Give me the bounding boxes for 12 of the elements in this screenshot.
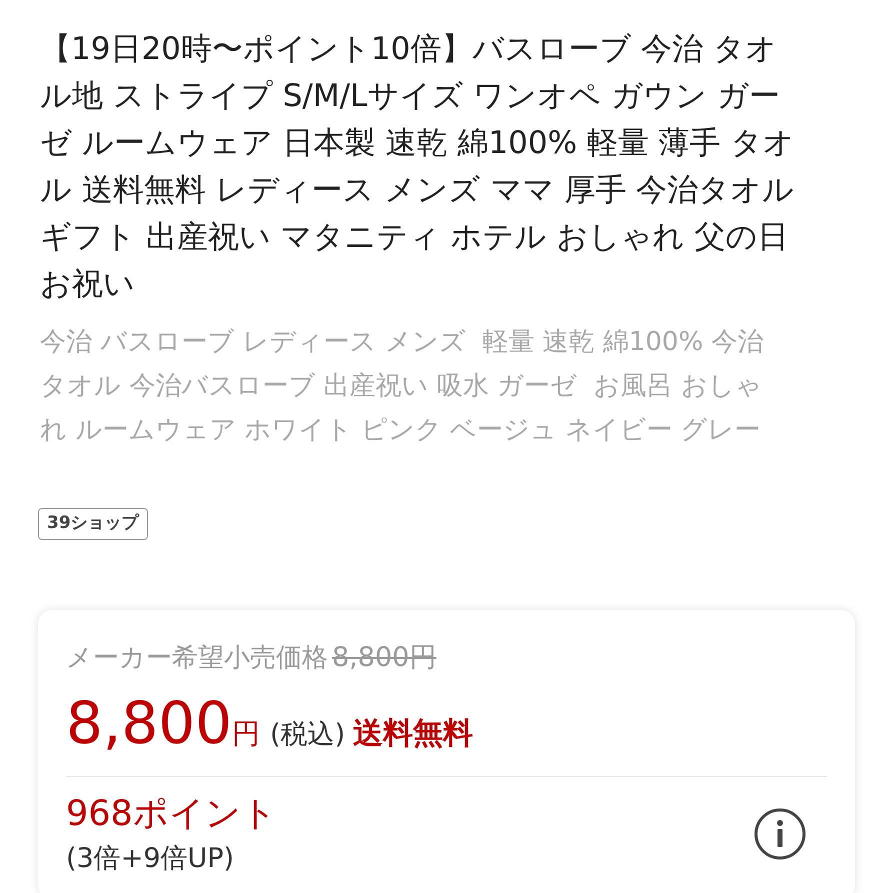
info-icon[interactable] (753, 807, 807, 861)
currency: 円 (232, 716, 260, 752)
points-detail: (3倍+9倍UP) (66, 842, 236, 876)
shop-badge: 39ショップ (38, 508, 148, 540)
product-subtitle: 今治 バスローブ レディース メンズ 軽量 速乾 綿100% 今治 タオル 今治バスローブ 出産祝い 吸水 ガーゼ お風呂 おしゃ れ ルームウェア ホワイト ピンク ベージュ ネイビー グレー (39, 326, 764, 447)
tax-note: (税込) (270, 718, 346, 752)
price: 8,800 (66, 688, 232, 758)
list-price-label: メーカー希望小売価格 (66, 642, 328, 674)
list-price: 8,800円 (332, 640, 436, 674)
points-label: 968ポイント (66, 793, 277, 836)
product-title: 【19日20時〜ポイント10倍】バスローブ 今治 タオ ル地 ストライプ S/M/Lサイズ ワンオペ ガウン ガー ゼ ルームウェア 日本製 速乾 綿100% 軽量 薄手 タオ ル 送料無料 レディース メンズ ママ 厚手 今治タオル ギフト 出産祝い マタニティ ホテル おしゃれ 父の日 お祝い (39, 30, 796, 304)
free-shipping-label: 送料無料 (353, 715, 474, 753)
